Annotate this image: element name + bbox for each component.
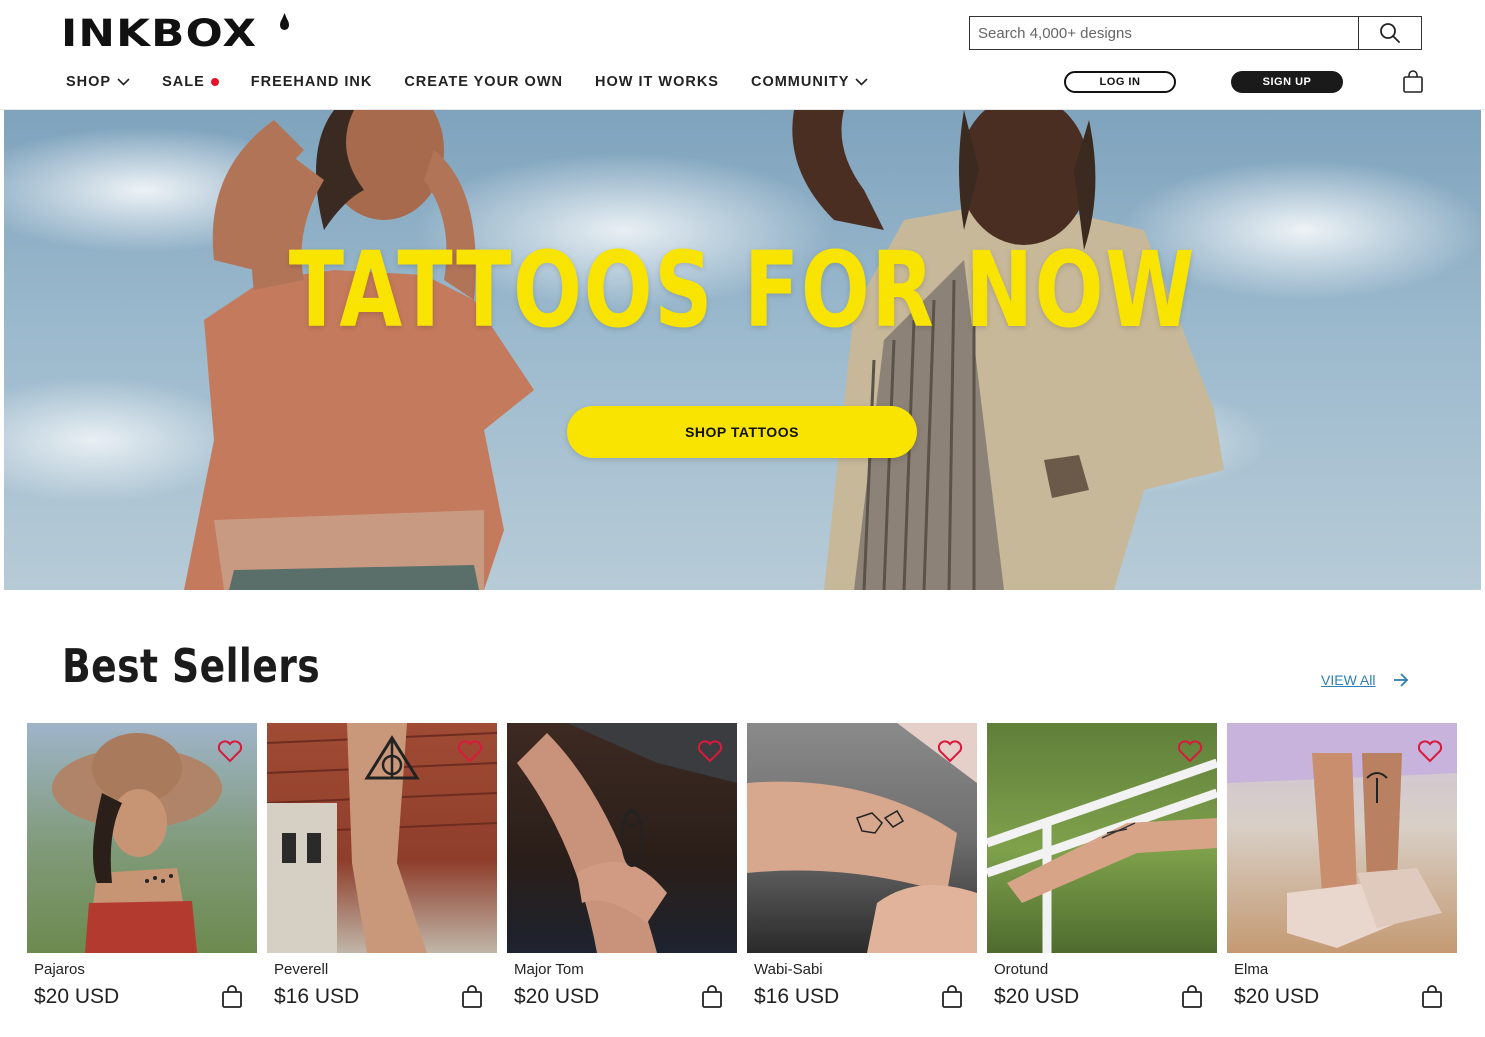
product-name[interactable]: Elma <box>1234 961 1268 978</box>
shop-tattoos-button[interactable]: SHOP TATTOOS <box>567 406 917 458</box>
nav-item-shop[interactable]: SHOP <box>66 74 130 90</box>
heart-icon[interactable] <box>1417 739 1443 763</box>
nav-item-label: SALE <box>162 74 205 90</box>
add-to-bag-icon[interactable] <box>221 985 243 1009</box>
product-name[interactable]: Peverell <box>274 961 328 978</box>
best-sellers-grid: Pajaros $20 USD Peverell $16 USD Major T… <box>27 723 1457 1023</box>
nav-item-label: CREATE YOUR OWN <box>404 74 563 90</box>
best-sellers-title: Best Sellers <box>62 639 321 693</box>
product-name[interactable]: Wabi-Sabi <box>754 961 823 978</box>
arrow-right-icon <box>1394 673 1409 687</box>
shopping-bag-icon[interactable] <box>1402 70 1424 94</box>
product-card[interactable]: Elma $20 USD <box>1227 723 1457 1023</box>
signup-button[interactable]: SIGN UP <box>1231 71 1343 93</box>
product-price: $20 USD <box>514 985 600 1008</box>
product-name[interactable]: Orotund <box>994 961 1048 978</box>
add-to-bag-icon[interactable] <box>701 985 723 1009</box>
add-to-bag-icon[interactable] <box>461 985 483 1009</box>
nav-item-create-your-own[interactable]: CREATE YOUR OWN <box>404 74 563 90</box>
logo-ink-drop-icon <box>280 18 289 30</box>
heart-icon[interactable] <box>1177 739 1203 763</box>
nav-item-label: SHOP <box>66 74 112 90</box>
site-header: INKBOX SHOP SALE FREEHAND INK CREATE YOU… <box>0 0 1485 110</box>
nav-item-sale[interactable]: SALE <box>162 74 219 90</box>
heart-icon[interactable] <box>457 739 483 763</box>
nav-item-how-it-works[interactable]: HOW IT WORKS <box>595 74 719 90</box>
product-name[interactable]: Pajaros <box>34 961 85 978</box>
chevron-down-icon <box>855 78 868 86</box>
inkbox-logo[interactable]: INKBOX <box>61 14 257 54</box>
heart-icon[interactable] <box>937 739 963 763</box>
product-price: $20 USD <box>1234 985 1320 1008</box>
product-card[interactable]: Orotund $20 USD <box>987 723 1217 1023</box>
product-card[interactable]: Wabi-Sabi $16 USD <box>747 723 977 1023</box>
product-price: $16 USD <box>754 985 840 1008</box>
chevron-down-icon <box>117 78 130 86</box>
search-button[interactable] <box>1358 17 1421 49</box>
sale-dot-indicator <box>210 78 219 86</box>
add-to-bag-icon[interactable] <box>941 985 963 1009</box>
nav-item-label: FREEHAND INK <box>250 74 373 90</box>
view-all-link[interactable]: VIEW All <box>1321 672 1409 688</box>
nav-item-community[interactable]: COMMUNITY <box>751 74 868 90</box>
nav-item-label: HOW IT WORKS <box>595 74 719 90</box>
product-card[interactable]: Peverell $16 USD <box>267 723 497 1023</box>
product-price: $20 USD <box>994 985 1080 1008</box>
heart-icon[interactable] <box>697 739 723 763</box>
main-nav: SHOP SALE FREEHAND INK CREATE YOUR OWN H… <box>66 72 900 92</box>
search-bar <box>969 16 1422 50</box>
product-name[interactable]: Major Tom <box>514 961 584 978</box>
view-all-label: VIEW All <box>1321 672 1376 688</box>
nav-item-freehand-ink[interactable]: FREEHAND INK <box>251 74 373 90</box>
add-to-bag-icon[interactable] <box>1181 985 1203 1009</box>
product-price: $16 USD <box>274 985 360 1008</box>
login-button[interactable]: LOG IN <box>1064 71 1176 93</box>
hero-title: TATTOOS FOR NOW <box>288 229 1197 351</box>
search-icon <box>1380 23 1400 43</box>
nav-item-label: COMMUNITY <box>750 74 850 90</box>
add-to-bag-icon[interactable] <box>1421 985 1443 1009</box>
product-card[interactable]: Major Tom $20 USD <box>507 723 737 1023</box>
search-input[interactable] <box>970 17 1358 49</box>
product-card[interactable]: Pajaros $20 USD <box>27 723 257 1023</box>
hero-banner: TATTOOS FOR NOW SHOP TATTOOS <box>4 110 1481 590</box>
heart-icon[interactable] <box>217 739 243 763</box>
product-price: $20 USD <box>34 985 120 1008</box>
